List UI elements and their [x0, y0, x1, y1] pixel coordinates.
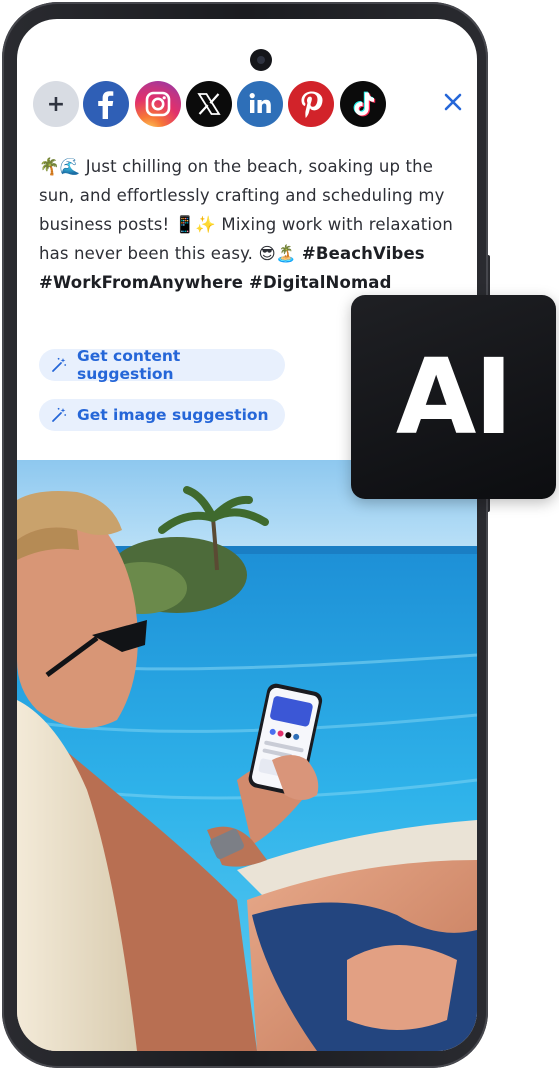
linkedin-icon	[249, 93, 271, 113]
post-image	[17, 460, 477, 1051]
phone-screen: + 🌴🌊 Just chilling on the beach, soaking…	[17, 19, 477, 1051]
phone-frame: + 🌴🌊 Just chilling on the beach, soaking…	[2, 2, 488, 1068]
instagram-icon	[145, 91, 171, 117]
facebook-button[interactable]	[83, 81, 129, 127]
x-button[interactable]	[186, 81, 232, 127]
ai-badge-label: AI	[395, 336, 513, 458]
pinterest-button[interactable]	[288, 81, 334, 127]
pinterest-icon	[301, 91, 323, 118]
close-button[interactable]	[440, 89, 466, 115]
content-suggestion-label: Get content suggestion	[77, 347, 181, 383]
facebook-icon	[98, 91, 114, 119]
magic-wand-icon	[51, 357, 67, 373]
add-network-button[interactable]: +	[33, 81, 79, 127]
instagram-button[interactable]	[135, 81, 181, 127]
front-camera	[250, 49, 272, 71]
image-suggestion-button[interactable]: Get image suggestion	[39, 399, 285, 431]
x-icon	[197, 93, 221, 115]
post-content[interactable]: 🌴🌊 Just chilling on the beach, soaking u…	[39, 152, 471, 297]
image-suggestion-label: Get image suggestion	[77, 406, 269, 424]
tiktok-icon	[353, 91, 376, 117]
linkedin-button[interactable]	[237, 81, 283, 127]
plus-icon: +	[46, 91, 66, 117]
magic-wand-icon	[51, 407, 67, 423]
ai-badge: AI	[351, 295, 556, 499]
content-suggestion-button[interactable]: Get content suggestion	[39, 347, 285, 383]
close-icon	[444, 93, 462, 111]
beach-photo	[17, 460, 477, 1051]
tiktok-button[interactable]	[340, 81, 386, 127]
